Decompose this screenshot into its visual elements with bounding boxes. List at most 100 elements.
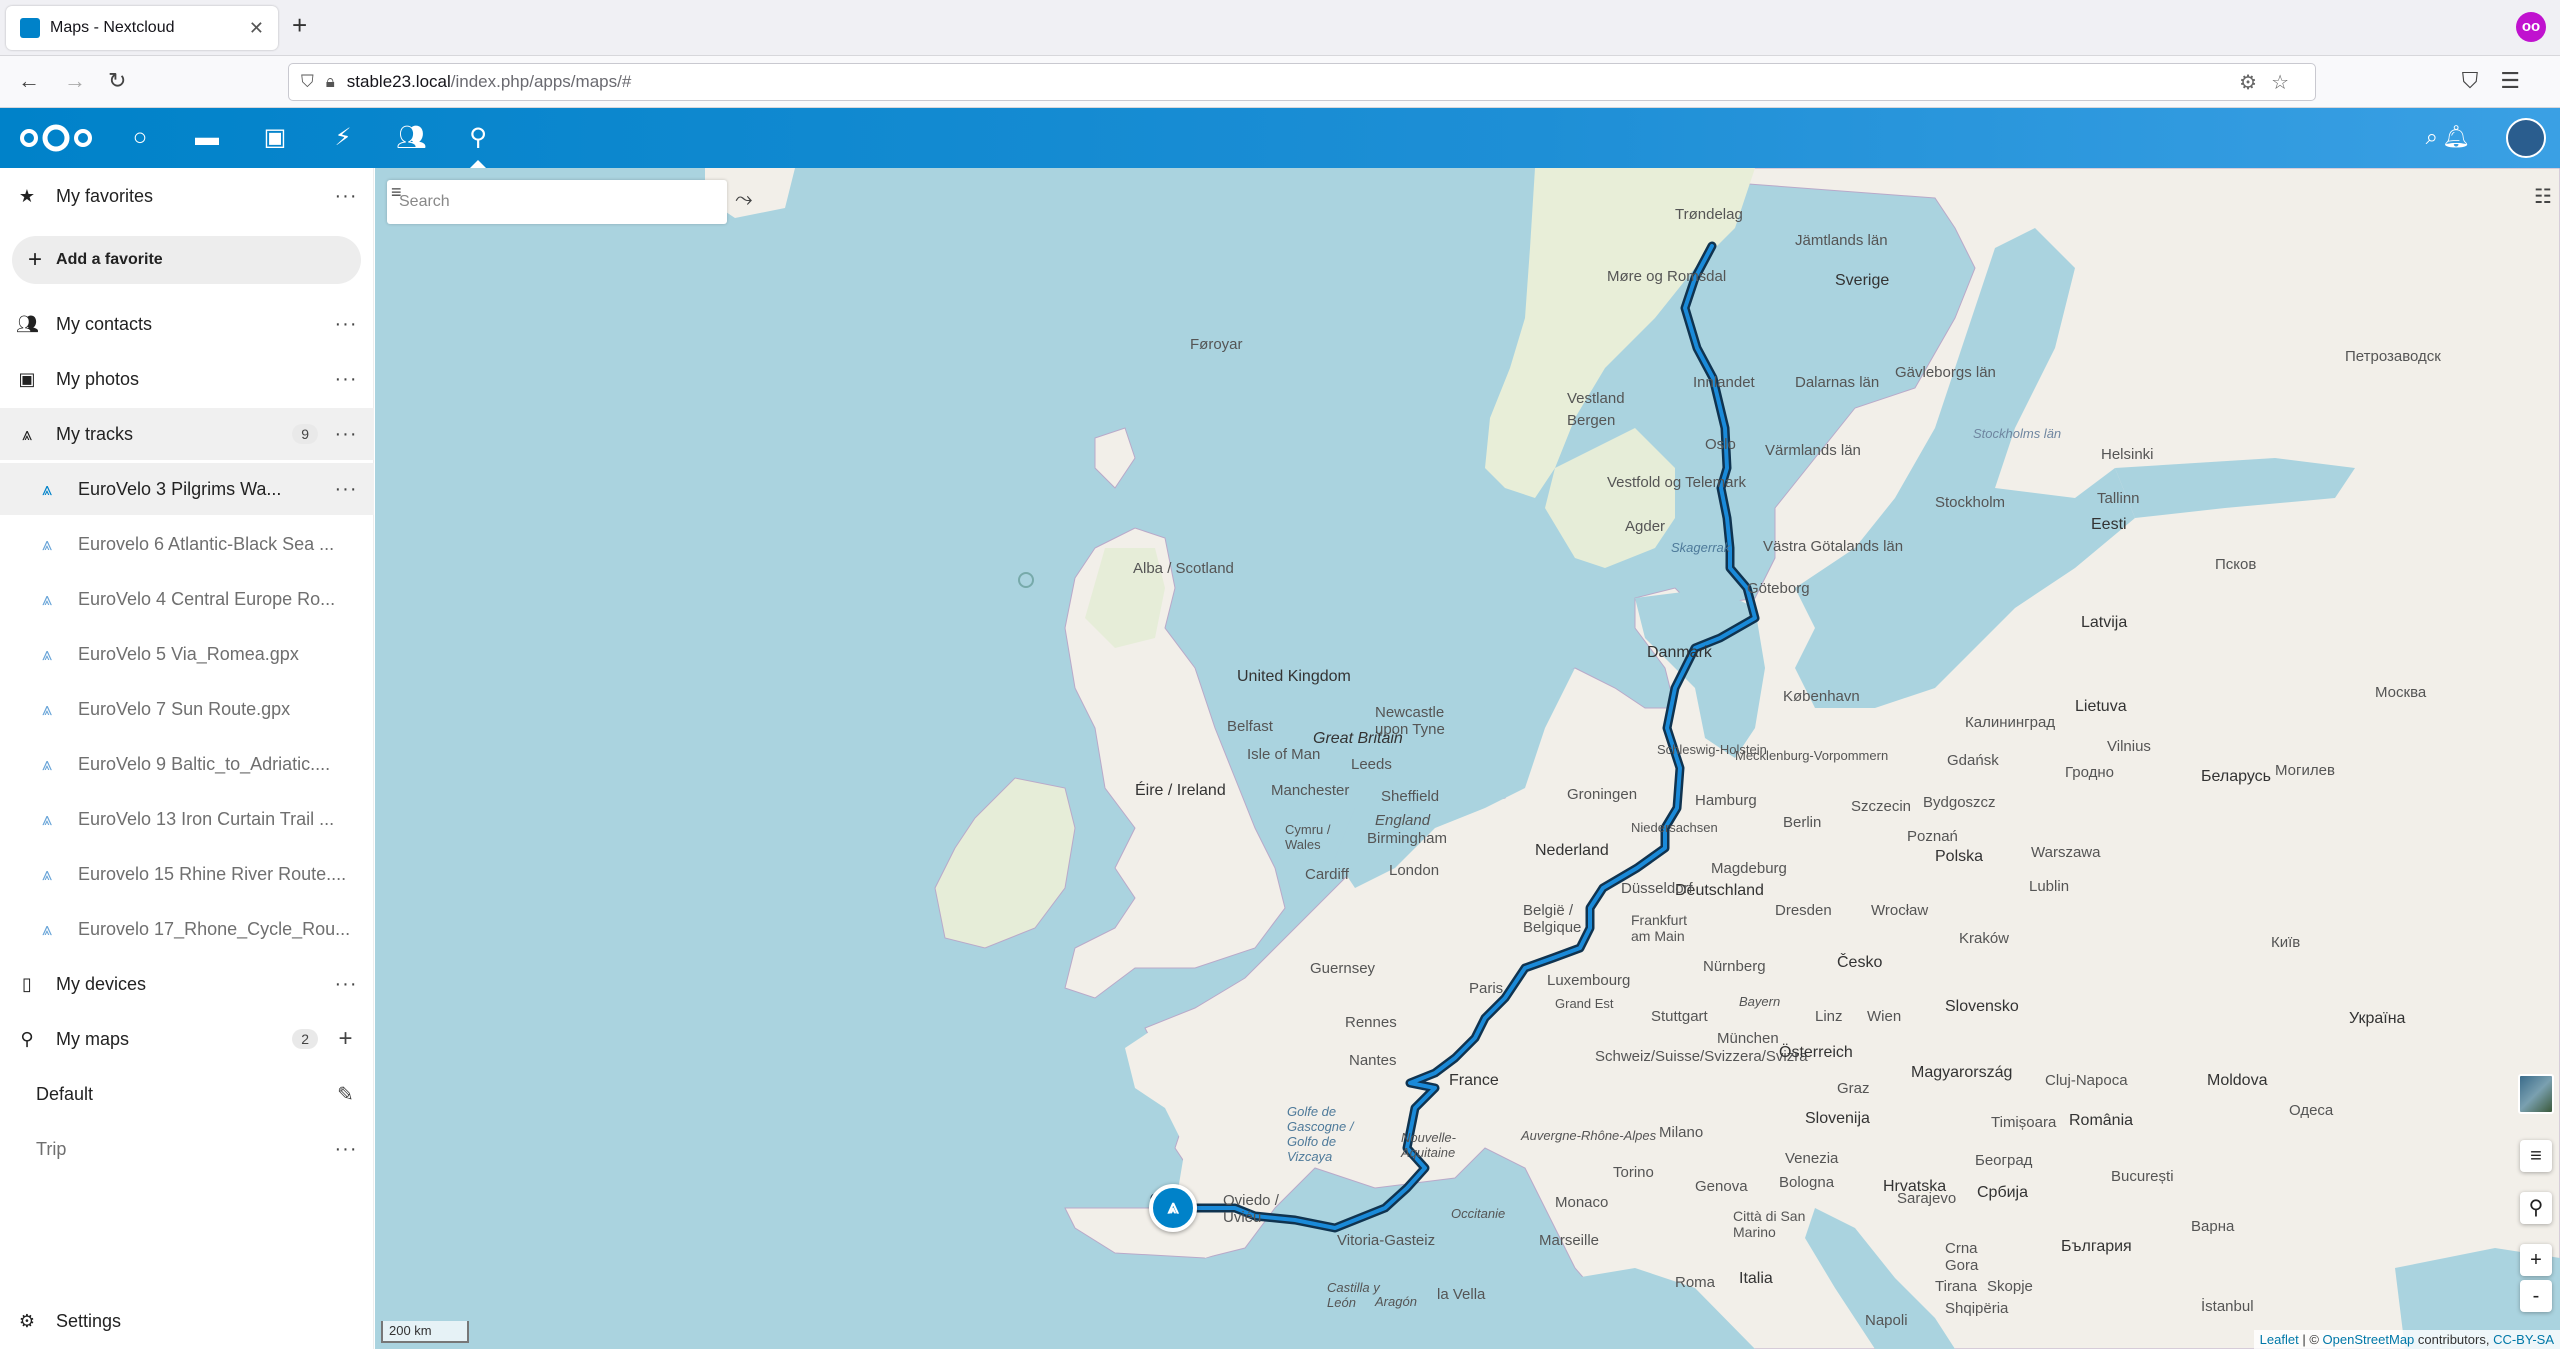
sidebar-item-maps[interactable]: ⚲ My maps 2 + — [0, 1013, 374, 1065]
map-label: Беларусь — [2201, 768, 2271, 785]
map-label: Møre og Romsdal — [1607, 268, 1727, 285]
close-tab-icon[interactable]: ✕ — [249, 18, 264, 39]
track-marker-icon[interactable]: ⩓ — [1149, 1184, 1197, 1232]
sidebar-item-tracks[interactable]: ⩓ My tracks 9 ··· — [0, 408, 374, 460]
map-label: Moldova — [2207, 1072, 2268, 1089]
search-input[interactable]: Search — [387, 180, 727, 224]
attribution-text: contributors, — [2414, 1332, 2494, 1347]
menu-icon[interactable]: ≡ — [391, 182, 402, 203]
map-label: Gdańsk — [1947, 752, 1999, 769]
map-label: België / Belgique — [1523, 902, 1582, 936]
settings-button[interactable]: ⚙ Settings — [0, 1295, 374, 1347]
track-item[interactable]: ⩓ EuroVelo 3 Pilgrims Wa... ··· — [0, 463, 374, 515]
map-label: Bydgoszcz — [1923, 794, 1996, 811]
map-label: Псков — [2215, 556, 2257, 573]
track-item[interactable]: ⩓ EuroVelo 13 Iron Curtain Trail ... — [0, 793, 374, 845]
map-label: Düsseldorf — [1621, 880, 1693, 897]
sidebar-item-label: My favorites — [56, 185, 154, 206]
more-actions-icon[interactable]: ··· — [334, 1138, 358, 1161]
routing-icon[interactable]: ⤳ — [735, 186, 753, 212]
lock-icon[interactable]: 🔒︎ — [326, 72, 335, 92]
reload-icon[interactable]: ↻ — [108, 68, 126, 94]
sidebar-item-devices[interactable]: ▯ My devices ··· — [0, 958, 374, 1010]
url-host: stable23.local — [346, 72, 451, 91]
map-layer-switcher[interactable] — [2518, 1074, 2554, 1114]
map-item-trip[interactable]: Trip ··· — [0, 1123, 374, 1175]
locate-marker-icon[interactable]: ⚲ — [2520, 1192, 2552, 1224]
map-label: Éire / Ireland — [1135, 782, 1226, 799]
contacts-icon[interactable]: 👥︎ — [396, 124, 426, 152]
map-label: Sheffield — [1381, 788, 1440, 805]
notifications-icon[interactable]: 🔔︎ — [2442, 124, 2470, 150]
track-item[interactable]: ⩓ Eurovelo 17_Rhone_Cycle_Rou... — [0, 903, 374, 955]
add-map-icon[interactable]: + — [334, 1025, 358, 1053]
map-label: Stockholms län — [1973, 426, 2062, 441]
layers-menu-icon[interactable]: ≡ — [2520, 1140, 2552, 1172]
map-view[interactable]: Trøndelag Møre og Romsdal Jämtlands län … — [375, 168, 2560, 1349]
maps-icon[interactable]: ⚲ — [464, 124, 492, 168]
map-label: Vestfold og Telemark — [1607, 474, 1746, 491]
nextcloud-logo-icon[interactable] — [16, 120, 96, 156]
browser-tab[interactable]: Maps - Nextcloud ✕ — [6, 6, 278, 50]
track-item[interactable]: ⩓ EuroVelo 7 Sun Route.gpx — [0, 683, 374, 735]
map-label: Aragón — [1375, 1294, 1417, 1309]
map-label: Guernsey — [1310, 960, 1376, 977]
osm-link[interactable]: OpenStreetMap — [2323, 1332, 2415, 1347]
track-item[interactable]: ⩓ Eurovelo 6 Atlantic-Black Sea ... — [0, 518, 374, 570]
road-icon: ⩓ — [41, 698, 53, 719]
license-link[interactable]: CC-BY-SA — [2493, 1332, 2554, 1347]
map-label: Agder — [1625, 518, 1666, 535]
map-basemap — [705, 168, 2560, 1349]
more-actions-icon[interactable]: ··· — [334, 973, 358, 996]
sidebar-item-photos[interactable]: ▣ My photos ··· — [0, 353, 374, 405]
track-item[interactable]: ⩓ Eurovelo 15 Rhine River Route.... — [0, 848, 374, 900]
zoom-out-button[interactable]: - — [2520, 1280, 2552, 1312]
map-label: England — [1375, 812, 1431, 829]
track-item[interactable]: ⩓ EuroVelo 5 Via_Romea.gpx — [0, 628, 374, 680]
track-item[interactable]: ⩓ EuroVelo 9 Baltic_to_Adriatic.... — [0, 738, 374, 790]
back-icon[interactable]: ← — [18, 68, 40, 94]
search-icon[interactable]: ⌕ — [2426, 124, 2438, 150]
pencil-icon[interactable]: ✎ — [334, 1082, 358, 1107]
map-scale: 200 km — [381, 1321, 469, 1343]
files-icon[interactable]: ▬ — [193, 124, 221, 152]
map-label: Vitoria-Gasteiz — [1337, 1232, 1436, 1249]
shield-icon[interactable]: ⛉ — [301, 72, 314, 92]
add-favorite-button[interactable]: + Add a favorite — [12, 236, 361, 284]
map-item-default[interactable]: Default ✎ — [0, 1068, 374, 1120]
road-icon: ⩓ — [41, 808, 53, 829]
zoom-in-button[interactable]: + — [2520, 1244, 2552, 1276]
map-label: Cardiff — [1305, 866, 1349, 883]
more-actions-icon[interactable]: ··· — [334, 478, 358, 501]
map-settings-icon[interactable]: ☷ — [2534, 184, 2552, 209]
url-bar[interactable]: ⛉ 🔒︎ stable23.local/index.php/apps/maps/… — [288, 63, 2316, 101]
sidebar-item-favorites[interactable]: ★ My favorites ··· — [0, 170, 374, 222]
more-actions-icon[interactable]: ··· — [334, 313, 358, 336]
private-browsing-icon[interactable]: oo — [2516, 12, 2546, 42]
more-actions-icon[interactable]: ··· — [334, 185, 358, 208]
more-actions-icon[interactable]: ··· — [334, 423, 358, 446]
nextcloud-favicon-icon — [20, 18, 40, 38]
new-tab-button[interactable]: + — [292, 10, 307, 41]
browser-menu-icons[interactable]: ⛉☰ — [2462, 68, 2542, 94]
map-label: Szczecin — [1851, 798, 1912, 815]
more-actions-icon[interactable]: ··· — [334, 368, 358, 391]
photos-icon[interactable]: ▣ — [261, 124, 289, 152]
map-label: Skagerrak — [1671, 540, 1731, 555]
activity-icon[interactable]: ⚡ — [329, 124, 357, 152]
sidebar-item-label: My tracks — [56, 423, 134, 444]
dashboard-icon[interactable]: ○ — [126, 124, 154, 152]
map-label: Dresden — [1775, 902, 1832, 919]
forward-icon[interactable]: → — [64, 68, 86, 94]
map-label: Jämtlands län — [1795, 232, 1888, 249]
map-label: Venezia — [1785, 1150, 1839, 1167]
track-item[interactable]: ⩓ EuroVelo 4 Central Europe Ro... — [0, 573, 374, 625]
avatar[interactable] — [2506, 118, 2546, 158]
map-label: Česko — [1837, 954, 1883, 971]
tab-title: Maps - Nextcloud — [50, 19, 175, 36]
bookmark-star-icon[interactable]: ⚙☆ — [2239, 70, 2303, 95]
road-icon: ⩓ — [21, 423, 33, 444]
sidebar-item-contacts[interactable]: 👥︎ My contacts ··· — [0, 298, 374, 350]
leaflet-link[interactable]: Leaflet — [2260, 1332, 2299, 1347]
map-label: Kraków — [1959, 930, 2010, 947]
